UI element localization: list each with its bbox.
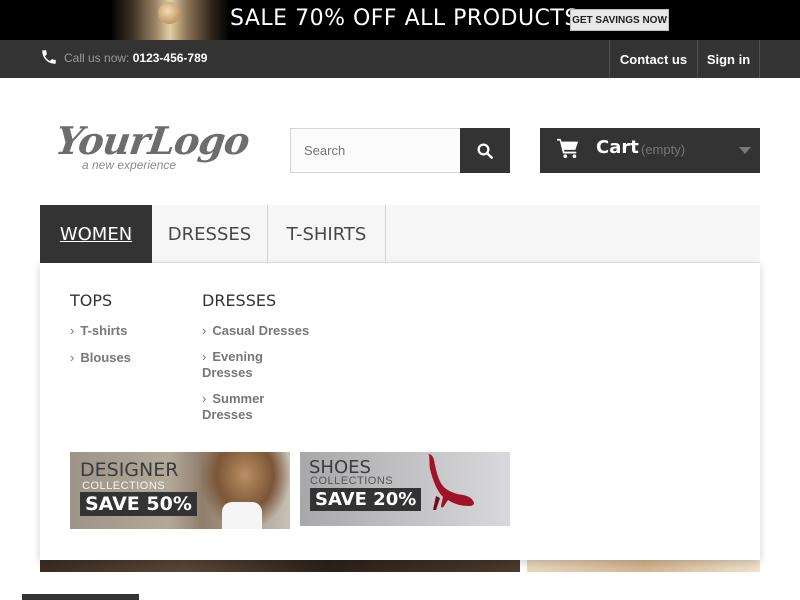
high-heel-shoe-icon xyxy=(428,454,474,510)
designer-collection-banner[interactable]: DESIGNER COLLECTIONS SAVE 50% xyxy=(70,452,290,529)
menu-item-label: T-shirts xyxy=(80,323,128,338)
designer-model-image xyxy=(200,452,290,529)
promo-card-offer: SAVE 20% xyxy=(310,488,422,511)
main-nav: WOMEN DRESSES T-SHIRTS xyxy=(40,205,760,263)
cart-icon xyxy=(557,138,579,159)
top-bar: Call us now: 0123-456-789 Contact us Sig… xyxy=(0,40,800,78)
promo-model-image xyxy=(110,0,230,40)
shoes-collection-banner[interactable]: SHOES COLLECTIONS SAVE 20% xyxy=(300,452,510,526)
promo-card-subtitle: COLLECTIONS xyxy=(310,475,394,487)
contact-us-link[interactable]: Contact us xyxy=(609,40,697,78)
promo-banner[interactable]: SALE 70% OFF ALL PRODUCTS GET SAVINGS NO… xyxy=(0,0,800,40)
promo-text: SALE 70% OFF ALL PRODUCTS xyxy=(230,6,579,31)
chevron-right-icon: › xyxy=(202,391,207,406)
search-input[interactable] xyxy=(290,128,461,173)
promo-card-subtitle: COLLECTIONS xyxy=(82,480,166,492)
menu-item-t-shirts[interactable]: › T-shirts xyxy=(70,323,127,339)
menu-item-evening-dresses[interactable]: › Evening Dresses xyxy=(202,349,302,381)
chevron-right-icon: › xyxy=(202,349,207,364)
tab-women[interactable]: WOMEN xyxy=(40,205,152,263)
search-button[interactable] xyxy=(460,128,510,173)
phone-number: 0123-456-789 xyxy=(132,51,208,65)
menu-item-label: Summer Dresses xyxy=(202,391,265,422)
cart-status: (empty) xyxy=(641,142,686,157)
call-label: Call us now: xyxy=(64,51,130,65)
cart-button[interactable]: Cart (empty) xyxy=(540,128,760,173)
promo-card-offer: SAVE 50% xyxy=(80,492,197,516)
promo-card-title: DESIGNER xyxy=(80,459,179,481)
menu-item-casual-dresses[interactable]: › Casual Dresses xyxy=(202,323,309,339)
tab-t-shirts[interactable]: T-SHIRTS xyxy=(268,205,386,263)
menu-heading-dresses[interactable]: DRESSES xyxy=(202,291,276,310)
menu-item-blouses[interactable]: › Blouses xyxy=(70,350,131,366)
phone-icon xyxy=(42,50,56,64)
site-logo[interactable]: YourLogo a new experience xyxy=(53,118,252,176)
chevron-right-icon: › xyxy=(70,350,75,365)
call-us-text: Call us now: 0123-456-789 xyxy=(64,51,207,65)
menu-item-summer-dresses[interactable]: › Summer Dresses xyxy=(202,391,302,423)
search-icon xyxy=(477,143,493,159)
menu-item-label: Blouses xyxy=(80,350,131,365)
chevron-right-icon: › xyxy=(70,323,75,338)
chevron-right-icon: › xyxy=(202,323,207,338)
menu-heading-tops[interactable]: TOPS xyxy=(70,291,112,310)
menu-item-label: Casual Dresses xyxy=(212,323,310,338)
homepage-tab xyxy=(22,594,139,600)
tab-dresses[interactable]: DRESSES xyxy=(152,205,268,263)
logo-tagline: a new experience xyxy=(82,158,177,172)
get-savings-button[interactable]: GET SAVINGS NOW xyxy=(570,9,669,31)
chevron-down-icon xyxy=(739,147,751,154)
sign-in-link[interactable]: Sign in xyxy=(697,40,760,78)
menu-item-label: Evening Dresses xyxy=(202,349,263,380)
logo-wordmark: YourLogo xyxy=(52,118,252,163)
women-dropdown-menu: TOPS DRESSES › T-shirts › Blouses › Casual … xyxy=(40,263,760,560)
cart-label: Cart xyxy=(596,137,639,158)
